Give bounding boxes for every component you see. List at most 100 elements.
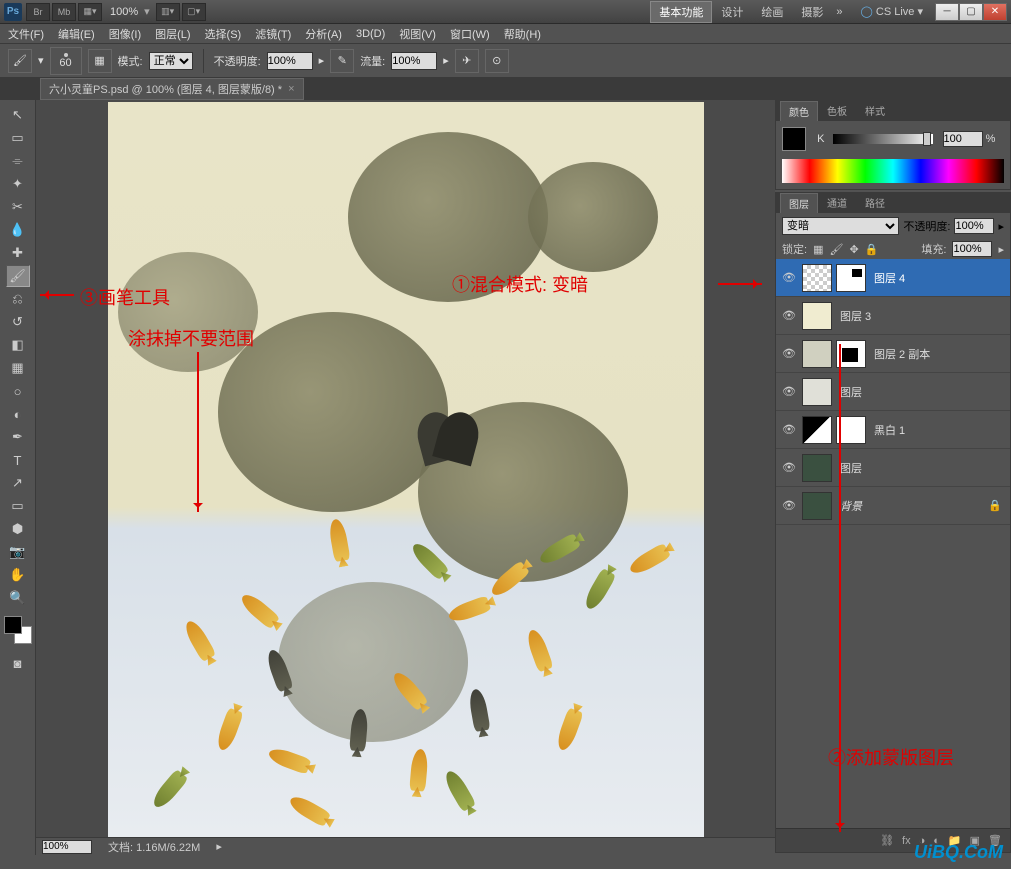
k-input[interactable] [943, 131, 983, 147]
tab-color[interactable]: 颜色 [780, 101, 818, 121]
chevron-down-icon[interactable]: ▾ [38, 54, 44, 67]
blur-tool[interactable]: ○ [6, 380, 30, 402]
window-minimize-button[interactable]: ─ [935, 3, 959, 21]
close-tab-icon[interactable]: × [288, 83, 294, 95]
marquee-tool[interactable]: ▭ [6, 127, 30, 149]
brush-tool[interactable]: 🖌 [6, 265, 30, 287]
dodge-tool[interactable]: ◐ [6, 403, 30, 425]
window-maximize-button[interactable]: ▢ [959, 3, 983, 21]
flyout-icon[interactable]: ▸ [998, 220, 1004, 233]
window-close-button[interactable]: ✕ [983, 3, 1007, 21]
tab-styles[interactable]: 样式 [856, 100, 894, 121]
layer-name[interactable]: 图层 3 [840, 308, 871, 324]
layer-thumbnail[interactable] [802, 454, 832, 482]
visibility-icon[interactable]: 👁 [780, 269, 798, 287]
airbrush-icon[interactable]: ✈ [455, 49, 479, 73]
opacity-input[interactable] [267, 52, 313, 70]
k-slider[interactable] [833, 134, 933, 144]
adjustment-thumbnail[interactable] [802, 416, 832, 444]
blend-mode-select[interactable]: 正常 [149, 52, 193, 70]
visibility-icon[interactable]: 👁 [780, 497, 798, 515]
gradient-tool[interactable]: ▦ [6, 357, 30, 379]
type-tool[interactable]: T [6, 449, 30, 471]
lock-pixels-icon[interactable]: 🖌 [829, 243, 843, 256]
menu-help[interactable]: 帮助(H) [504, 26, 541, 42]
brush-preset-picker[interactable]: 60 [50, 47, 82, 75]
path-select-tool[interactable]: ↗ [6, 472, 30, 494]
workspace-photo[interactable]: 摄影 [792, 1, 832, 23]
screen-mode-button[interactable]: ▢▾ [182, 3, 206, 21]
layer-thumbnail[interactable] [802, 264, 832, 292]
workspace-more-icon[interactable]: » [836, 6, 842, 18]
menu-select[interactable]: 选择(S) [205, 26, 242, 42]
layer-row[interactable]: 👁 图层 2 副本 [776, 335, 1010, 373]
minibridge-button[interactable]: Mb [52, 3, 76, 21]
layer-thumbnail[interactable] [802, 302, 832, 330]
workspace-basic[interactable]: 基本功能 [650, 1, 712, 23]
layer-mask-thumbnail[interactable] [836, 264, 866, 292]
status-docinfo[interactable]: 文档: 1.16M/6.22M [108, 839, 200, 855]
quick-select-tool[interactable]: ✦ [6, 173, 30, 195]
menu-layer[interactable]: 图层(L) [155, 26, 190, 42]
cslive-button[interactable]: ◯ CS Live ▾ [855, 3, 929, 20]
crop-tool[interactable]: ✂ [6, 196, 30, 218]
flow-flyout-icon[interactable]: ▸ [443, 54, 449, 67]
layer-row[interactable]: 👁 黑白 1 [776, 411, 1010, 449]
layer-row[interactable]: 👁 图层 3 [776, 297, 1010, 335]
zoom-display[interactable]: 100% [110, 6, 138, 18]
layer-thumbnail[interactable] [802, 378, 832, 406]
layer-opacity-input[interactable] [954, 218, 994, 234]
shape-tool[interactable]: ▭ [6, 495, 30, 517]
pressure-opacity-icon[interactable]: ✎ [330, 49, 354, 73]
visibility-icon[interactable]: 👁 [780, 459, 798, 477]
opacity-flyout-icon[interactable]: ▸ [319, 54, 325, 67]
foreground-color-swatch[interactable] [4, 616, 22, 634]
layer-name[interactable]: 黑白 1 [874, 422, 905, 438]
lock-position-icon[interactable]: ✥ [849, 243, 858, 256]
layer-fx-icon[interactable]: fx [902, 835, 911, 847]
lock-all-icon[interactable]: 🔒 [865, 243, 879, 256]
color-picker[interactable] [4, 616, 32, 644]
document-tab[interactable]: 六小灵童PS.psd @ 100% (图层 4, 图层蒙版/8) * × [40, 78, 304, 100]
status-flyout-icon[interactable]: ▸ [216, 840, 222, 853]
workspace-design[interactable]: 设计 [712, 1, 752, 23]
healing-tool[interactable]: ✚ [6, 242, 30, 264]
chevron-down-icon[interactable]: ▾ [144, 5, 150, 18]
brush-panel-toggle[interactable]: ▦ [88, 49, 112, 73]
layer-name[interactable]: 背景 [840, 498, 862, 514]
tab-channels[interactable]: 通道 [818, 192, 856, 213]
menu-window[interactable]: 窗口(W) [450, 26, 490, 42]
layer-row[interactable]: 👁 图层 [776, 449, 1010, 487]
flyout-icon[interactable]: ▸ [998, 243, 1004, 256]
link-layers-icon[interactable]: ⛓ [880, 834, 894, 847]
layer-name[interactable]: 图层 4 [874, 270, 905, 286]
lock-transparency-icon[interactable]: ▦ [813, 243, 823, 256]
arrange-docs-button[interactable]: ▥▾ [156, 3, 180, 21]
menu-3d[interactable]: 3D(D) [356, 28, 385, 40]
layer-row[interactable]: 👁 图层 [776, 373, 1010, 411]
view-extras-button[interactable]: ▦▾ [78, 3, 102, 21]
visibility-icon[interactable]: 👁 [780, 307, 798, 325]
history-brush-tool[interactable]: ↺ [6, 311, 30, 333]
layer-blend-mode-select[interactable]: 变暗 [782, 217, 899, 235]
visibility-icon[interactable]: 👁 [780, 383, 798, 401]
current-tool-icon[interactable]: 🖌 [8, 49, 32, 73]
menu-analysis[interactable]: 分析(A) [305, 26, 342, 42]
stamp-tool[interactable]: ⎌ [6, 288, 30, 310]
layer-row[interactable]: 👁 背景 🔒 [776, 487, 1010, 525]
move-tool[interactable]: ↖ [6, 104, 30, 126]
tab-paths[interactable]: 路径 [856, 192, 894, 213]
layer-thumbnail[interactable] [802, 340, 832, 368]
zoom-tool[interactable]: 🔍 [6, 587, 30, 609]
layer-thumbnail[interactable] [802, 492, 832, 520]
workspace-paint[interactable]: 绘画 [752, 1, 792, 23]
layer-name[interactable]: 图层 2 副本 [874, 346, 930, 362]
hand-tool[interactable]: ✋ [6, 564, 30, 586]
fg-swatch[interactable] [782, 127, 806, 151]
layer-row[interactable]: 👁 图层 4 [776, 259, 1010, 297]
layer-name[interactable]: 图层 [840, 460, 862, 476]
pen-tool[interactable]: ✒ [6, 426, 30, 448]
menu-file[interactable]: 文件(F) [8, 26, 44, 42]
menu-filter[interactable]: 滤镜(T) [255, 26, 291, 42]
lasso-tool[interactable]: ⌯ [6, 150, 30, 172]
